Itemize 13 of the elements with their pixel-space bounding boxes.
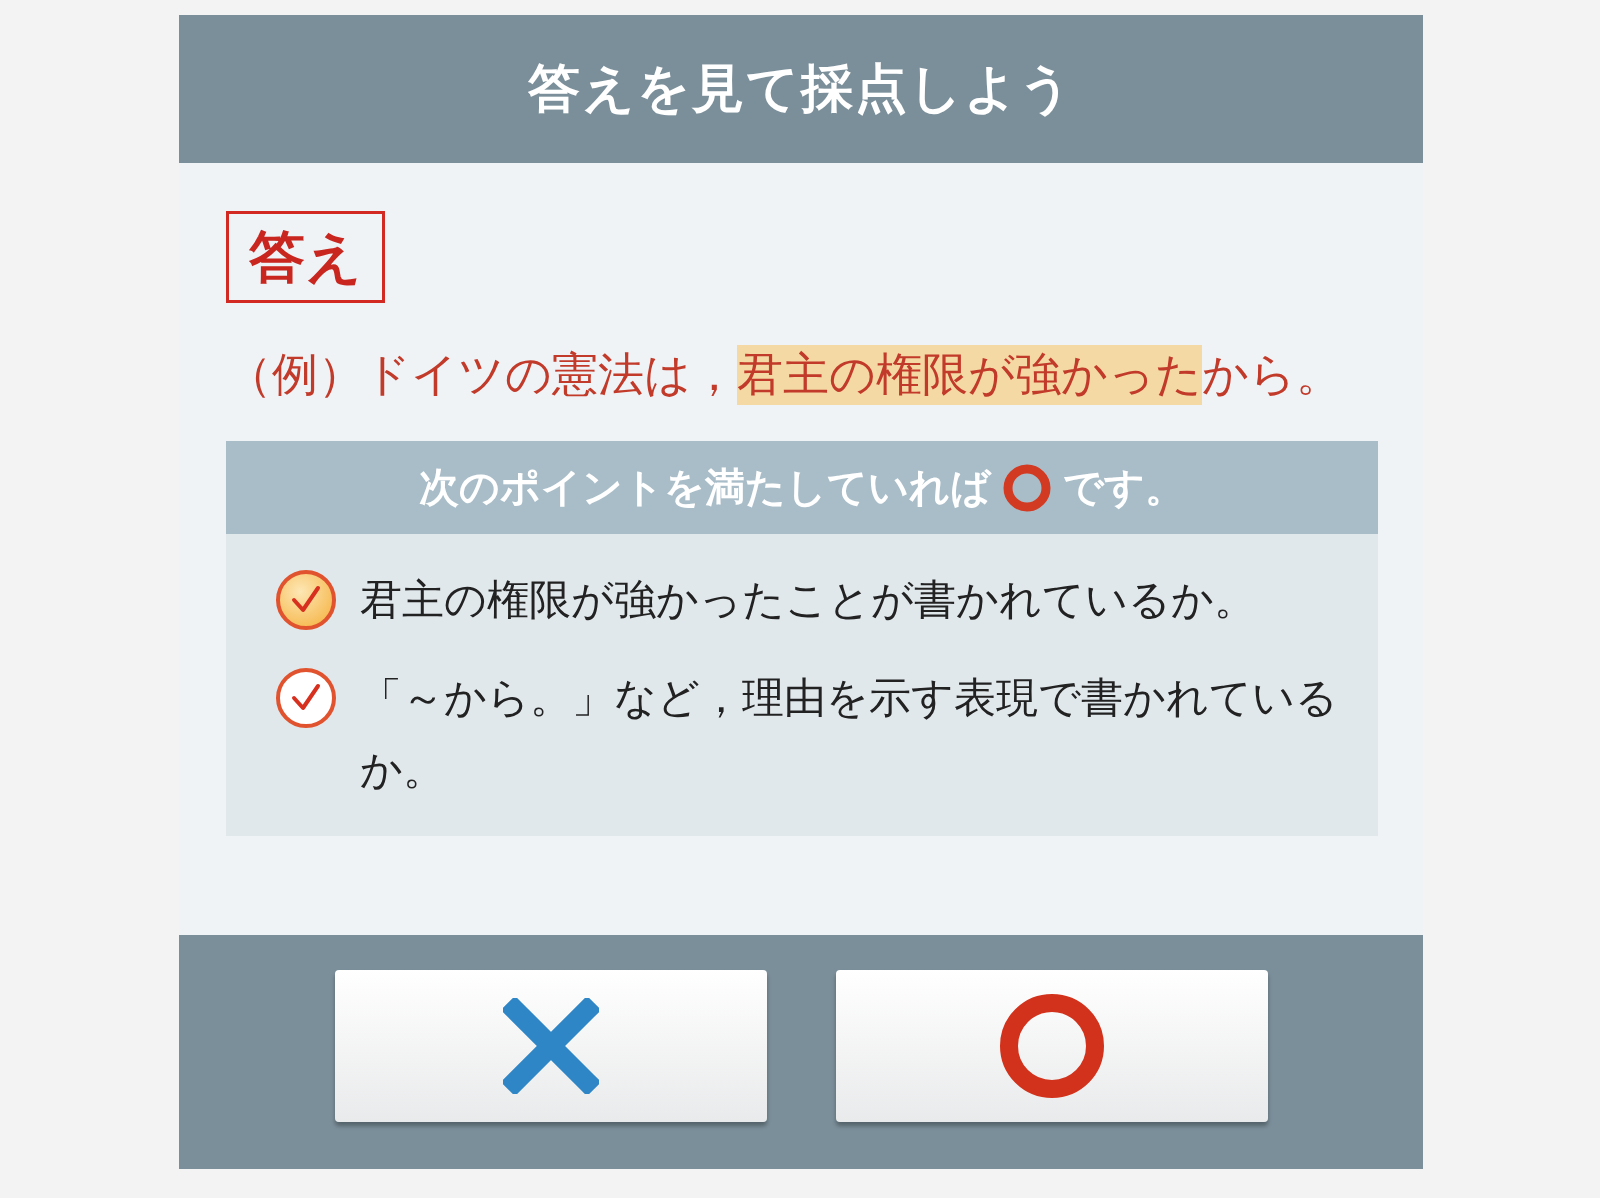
answer-label: 答え bbox=[226, 211, 385, 303]
answer-text: から。 bbox=[1202, 348, 1342, 402]
cross-icon bbox=[502, 998, 599, 1094]
header-text: です。 bbox=[1063, 463, 1185, 512]
wrong-button[interactable] bbox=[334, 970, 767, 1122]
highlighted-text: 君主の権限が強かった bbox=[737, 345, 1202, 405]
page-title: 答えを見て採点しよう bbox=[528, 57, 1074, 120]
circle-icon bbox=[997, 992, 1106, 1100]
point-text: 君主の権限が強かったことが書かれているか。 bbox=[360, 576, 1257, 625]
answer-text: （例）ドイツの憲法は， bbox=[226, 348, 737, 402]
header-text: 次のポイントを満たしていれば bbox=[419, 463, 991, 512]
point-text: 「～から。」など，理由を示す表現で書かれているか。 bbox=[360, 674, 1338, 795]
correct-button[interactable] bbox=[835, 970, 1268, 1122]
